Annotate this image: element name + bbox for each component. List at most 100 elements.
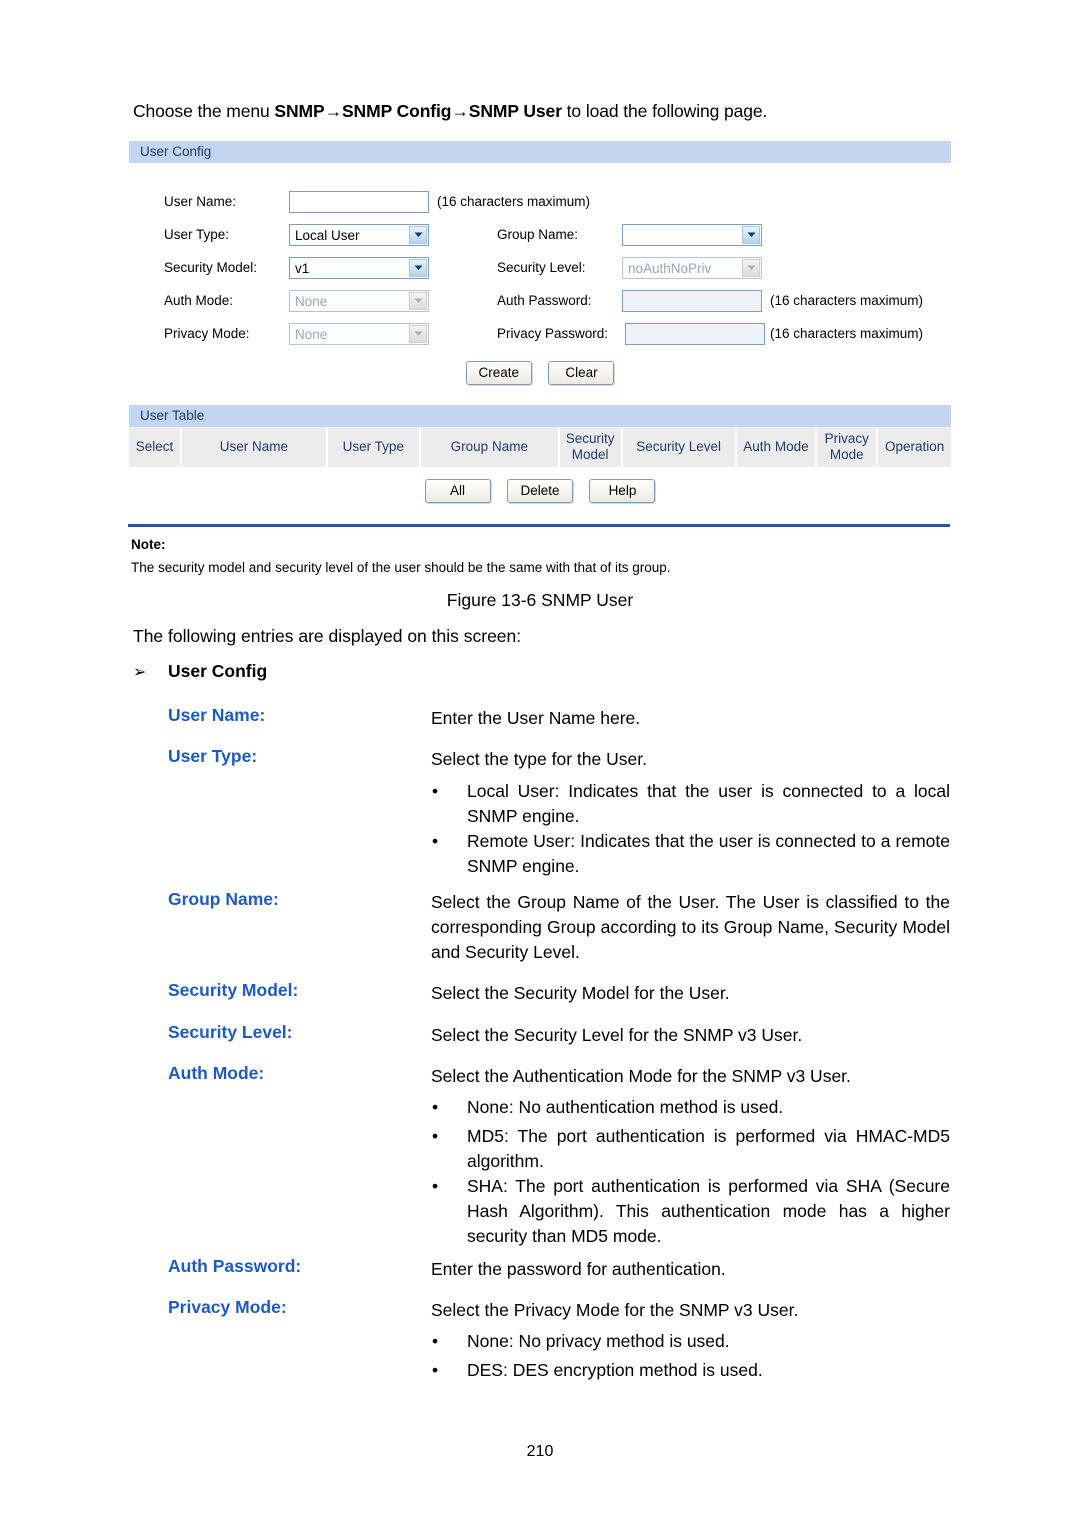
group-name-label: Group Name: (497, 227, 579, 242)
entries-intro: The following entries are displayed on t… (133, 626, 522, 646)
desc-auth-mode-bullet-sha: SHA: The port authentication is performe… (467, 1176, 950, 1246)
term-security-model: Security Model: (168, 980, 299, 1000)
bullet-icon: • (432, 1097, 439, 1117)
privacy-password-label: Privacy Password: (497, 326, 609, 341)
bullet-icon: • (432, 831, 439, 851)
column-header-user-name[interactable]: User Name (182, 427, 326, 467)
note-title: Note: (131, 537, 166, 552)
row-user-name: User Name: (16 characters maximum) (129, 191, 951, 217)
user-config-panel: User Config User Name: (16 characters ma… (128, 140, 952, 385)
user-config-panel-title: User Config (129, 141, 951, 163)
term-auth-mode: Auth Mode: (168, 1063, 265, 1083)
desc-auth-mode: Select the Authentication Mode for the S… (431, 1066, 851, 1086)
user-name-label: User Name: (164, 194, 237, 209)
row-security-model: Security Model: v1 Security Level: noAut… (129, 257, 951, 283)
user-type-label: User Type: (164, 227, 230, 242)
chevron-down-icon (409, 226, 427, 244)
user-name-input[interactable] (289, 191, 429, 213)
column-header-security-level[interactable]: Security Level (622, 427, 735, 467)
auth-mode-select[interactable]: None (289, 290, 429, 312)
chevron-down-icon (409, 259, 427, 277)
column-header-user-type[interactable]: User Type (327, 427, 420, 467)
column-header-privacy-mode[interactable]: Privacy Mode (817, 427, 877, 467)
desc-privacy-mode: Select the Privacy Mode for the SNMP v3 … (431, 1300, 799, 1320)
all-button[interactable]: All (424, 479, 491, 503)
bullet-icon: • (432, 1176, 439, 1196)
user-table-panel: User Table Select User Name User Type Gr… (128, 404, 952, 521)
privacy-mode-value: None (295, 326, 328, 342)
intro-sentence: Choose the menu SNMP→SNMP Config→SNMP Us… (133, 101, 767, 122)
figure-caption: Figure 13-6 SNMP User (446, 590, 634, 610)
auth-password-input[interactable] (622, 290, 762, 312)
desc-user-type-bullet-local: Local User: Indicates that the user is c… (467, 781, 950, 826)
auth-password-label: Auth Password: (497, 293, 592, 308)
desc-auth-mode-bullet-md5: MD5: The port authentication is performe… (467, 1126, 950, 1171)
user-table-header-row: Select User Name User Type Group Name Se… (129, 427, 951, 467)
column-header-operation[interactable]: Operation (878, 427, 951, 467)
page-number: 210 (526, 1443, 554, 1460)
column-header-auth-mode[interactable]: Auth Mode (736, 427, 816, 467)
chevron-down-icon (742, 259, 760, 277)
desc-security-model: Select the Security Model for the User. (431, 983, 730, 1003)
note-divider (128, 524, 950, 527)
desc-user-type-bullet-remote: Remote User: Indicates that the user is … (467, 831, 950, 876)
desc-privacy-mode-bullet-none: None: No privacy method is used. (467, 1331, 730, 1351)
row-privacy-mode: Privacy Mode: None Privacy Password: (16… (129, 323, 951, 349)
user-table-buttons: All Delete Help (129, 479, 951, 503)
security-model-select[interactable]: v1 (289, 257, 429, 279)
user-type-select[interactable]: Local User (289, 224, 429, 246)
user-name-hint: (16 characters maximum) (437, 194, 591, 209)
privacy-password-hint: (16 characters maximum) (770, 326, 924, 341)
desc-security-level: Select the Security Level for the SNMP v… (431, 1025, 803, 1045)
chevron-down-icon (409, 292, 427, 310)
section-bullet-icon: ➢ (133, 664, 147, 681)
privacy-mode-select[interactable]: None (289, 323, 429, 345)
desc-user-type: Select the type for the User. (431, 749, 647, 769)
auth-mode-value: None (295, 293, 328, 309)
section-heading: User Config (168, 661, 268, 681)
clear-button[interactable]: Clear (548, 361, 615, 385)
desc-user-name: Enter the User Name here. (431, 708, 641, 728)
group-name-select[interactable] (622, 224, 762, 246)
user-config-buttons: Create Clear (129, 361, 951, 385)
bullet-icon: • (432, 1126, 439, 1146)
privacy-password-input[interactable] (625, 323, 765, 345)
auth-mode-label: Auth Mode: (164, 293, 234, 308)
security-model-label: Security Model: (164, 260, 258, 275)
help-button[interactable]: Help (589, 479, 656, 503)
column-header-group-name[interactable]: Group Name (421, 427, 558, 467)
chevron-down-icon (742, 226, 760, 244)
delete-button[interactable]: Delete (507, 479, 573, 503)
security-level-select[interactable]: noAuthNoPriv (622, 257, 762, 279)
create-button[interactable]: Create (465, 361, 533, 385)
security-model-value: v1 (295, 260, 310, 276)
term-privacy-mode: Privacy Mode: (168, 1297, 287, 1317)
row-auth-mode: Auth Mode: None Auth Password: (16 chara… (129, 290, 951, 316)
term-security-level: Security Level: (168, 1022, 293, 1042)
document-page: Choose the menu SNMP→SNMP Config→SNMP Us… (0, 0, 1080, 1527)
term-auth-password: Auth Password: (168, 1256, 302, 1276)
bullet-icon: • (432, 1331, 439, 1351)
chevron-down-icon (409, 325, 427, 343)
security-level-value: noAuthNoPriv (628, 260, 712, 276)
column-header-security-model[interactable]: Security Model (559, 427, 621, 467)
desc-auth-password: Enter the password for authentication. (431, 1259, 726, 1279)
intro-lead: Choose the menu (133, 101, 275, 121)
user-type-value: Local User (295, 227, 360, 243)
desc-auth-mode-bullet-none: None: No authentication method is used. (467, 1097, 784, 1117)
intro-tail: to load the following page. (561, 101, 768, 121)
term-user-type: User Type: (168, 746, 258, 766)
privacy-mode-label: Privacy Mode: (164, 326, 250, 341)
column-header-select[interactable]: Select (129, 427, 181, 467)
term-group-name: Group Name: (168, 889, 279, 909)
user-table-panel-title: User Table (129, 405, 951, 427)
menu-path: SNMP→SNMP Config→SNMP User (274, 101, 562, 121)
bullet-icon: • (432, 1360, 439, 1380)
bullet-icon: • (432, 781, 439, 801)
row-user-type: User Type: Local User Group Name: (129, 224, 951, 250)
term-user-name: User Name: (168, 705, 266, 725)
desc-group-name: Select the Group Name of the User. The U… (431, 892, 950, 962)
auth-password-hint: (16 characters maximum) (770, 293, 924, 308)
desc-privacy-mode-bullet-des: DES: DES encryption method is used. (467, 1360, 763, 1380)
note-text: The security model and security level of… (131, 560, 671, 575)
